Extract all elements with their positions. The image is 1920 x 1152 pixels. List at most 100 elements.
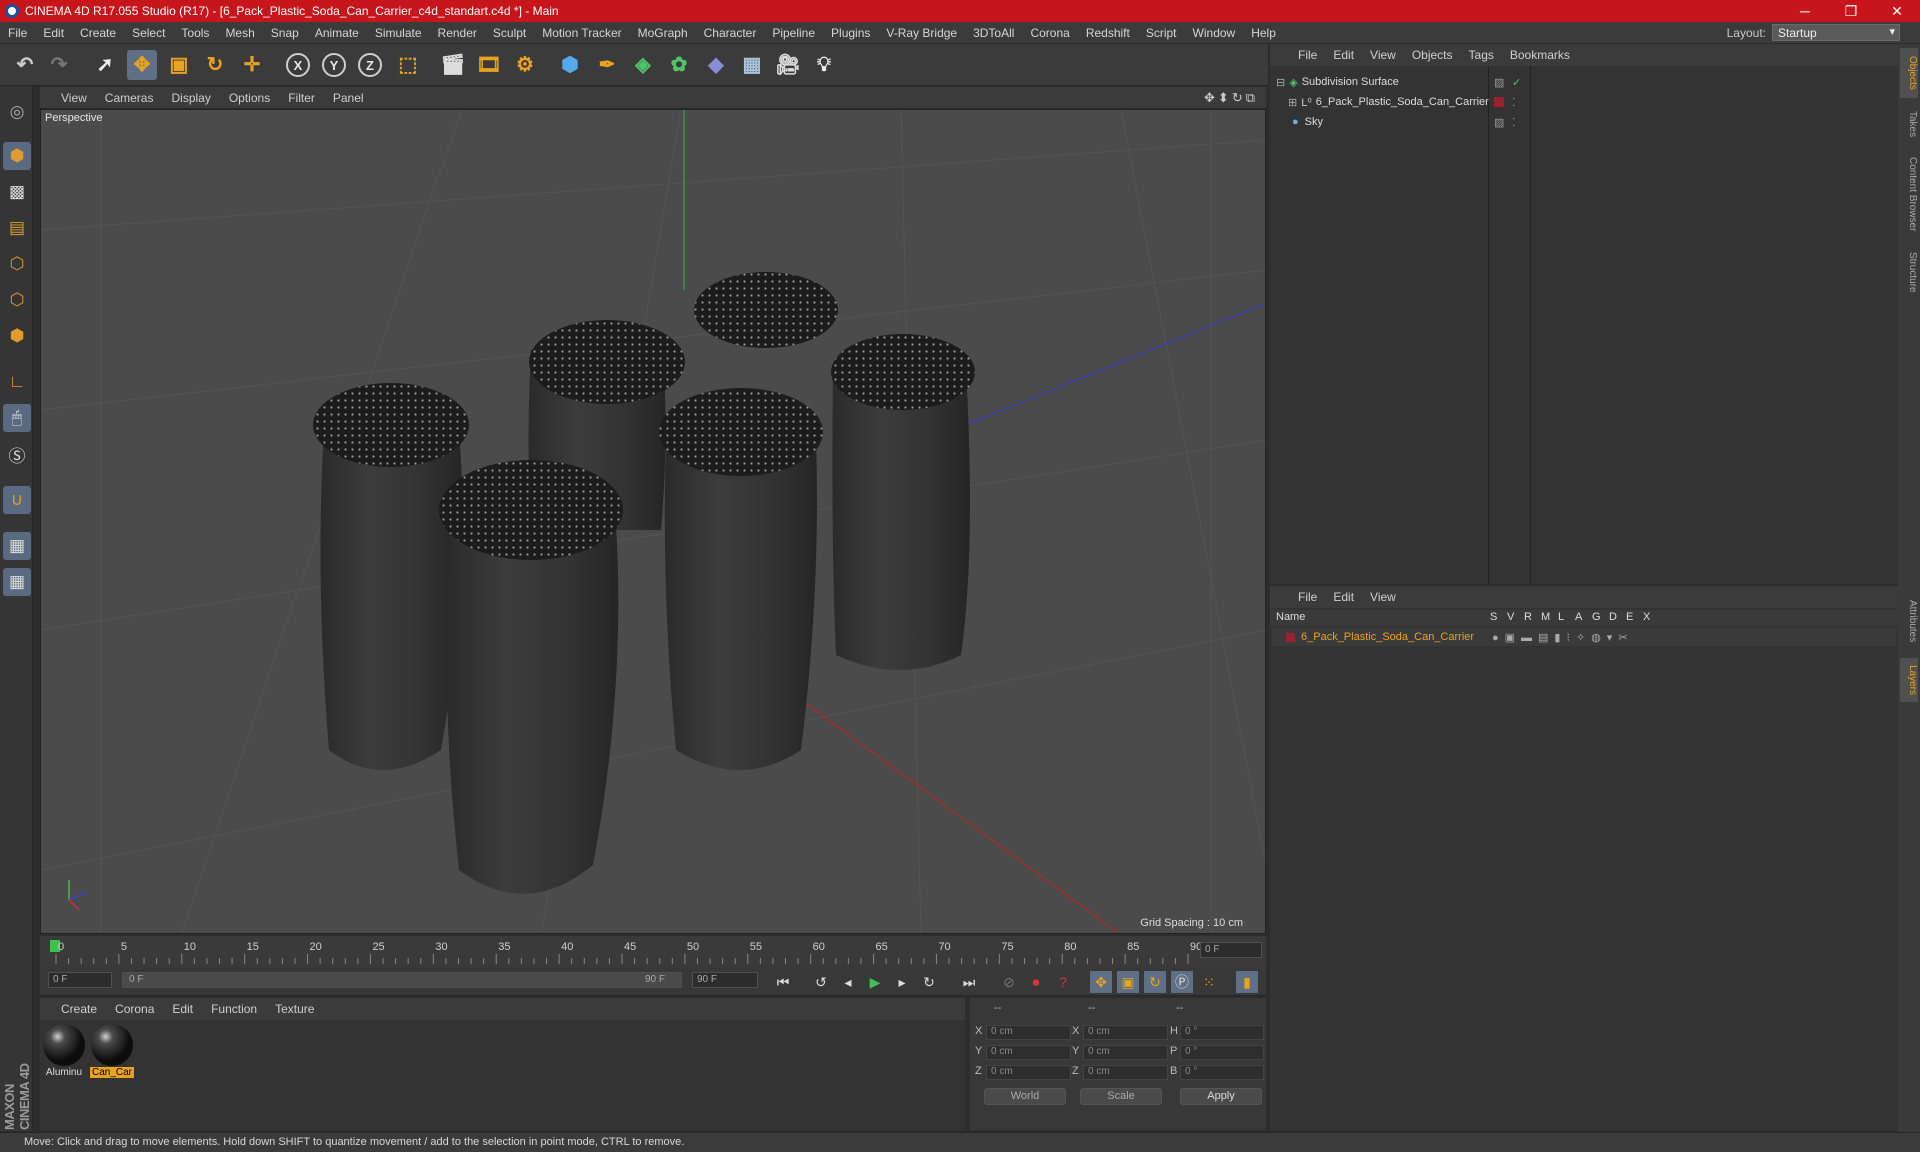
coordinate-system-button[interactable]: ⬚ [393, 50, 423, 80]
redo-button[interactable]: ↷ [44, 50, 74, 80]
mograph-cloner-button[interactable]: ✿ [664, 50, 694, 80]
y-axis-button[interactable]: Y [319, 50, 349, 80]
size-y-field[interactable]: 0 cm [1083, 1045, 1168, 1060]
material-menu-corona[interactable]: Corona [106, 1002, 163, 1016]
expand-toggle-icon[interactable]: ⊟ [1276, 76, 1285, 89]
key-rotation-button[interactable]: ↻ [1144, 971, 1166, 993]
texture-mode-button[interactable]: ▩ [3, 178, 31, 206]
deformer-button[interactable]: ◆ [701, 50, 731, 80]
size-z-field[interactable]: 0 cm [1083, 1065, 1168, 1080]
objects-menu-view[interactable]: View [1362, 48, 1404, 62]
undo-button[interactable]: ↶ [10, 50, 40, 80]
viewport-menu-display[interactable]: Display [162, 91, 219, 105]
tab-structure[interactable]: Structure [1900, 244, 1918, 300]
live-selection-button[interactable]: ✛ [237, 50, 267, 80]
layer-col-view[interactable]: V [1507, 611, 1514, 623]
perspective-viewport[interactable]: Perspective Grid Spacing : 10 cm [40, 109, 1266, 934]
key-position-button[interactable]: ✥ [1090, 971, 1112, 993]
go-to-start-button[interactable]: ⏮ [772, 971, 794, 993]
camera-button[interactable]: 🎥︎ [773, 50, 803, 80]
layers-menu-file[interactable]: File [1290, 590, 1325, 604]
viewport-menu-options[interactable]: Options [220, 91, 279, 105]
key-parameter-button[interactable]: Ⓟ [1171, 971, 1193, 993]
tab-content-browser[interactable]: Content Browser [1900, 148, 1918, 240]
cube-primitive-button[interactable]: ⬢ [555, 50, 585, 80]
material-swatch-can-carrier[interactable]: Can_Car [90, 1024, 134, 1080]
menu-edit[interactable]: Edit [35, 26, 72, 40]
material-menu-function[interactable]: Function [202, 1002, 266, 1016]
layers-menu-view[interactable]: View [1362, 590, 1404, 604]
material-swatch-aluminium[interactable]: Aluminu [42, 1024, 86, 1080]
start-frame-field[interactable]: 0 F [48, 972, 112, 988]
menu-sculpt[interactable]: Sculpt [485, 26, 534, 40]
viewport-menu-filter[interactable]: Filter [279, 91, 324, 105]
workplane-mode-button[interactable]: ▤ [3, 214, 31, 242]
play-button[interactable]: ▶ [864, 971, 886, 993]
menu-simulate[interactable]: Simulate [367, 26, 430, 40]
size-x-field[interactable]: 0 cm [1083, 1025, 1168, 1040]
layers-menu-edit[interactable]: Edit [1325, 590, 1362, 604]
menu-redshift[interactable]: Redshift [1078, 26, 1138, 40]
next-key-button[interactable]: ↻ [918, 971, 940, 993]
material-menu-edit[interactable]: Edit [163, 1002, 202, 1016]
model-mode-button[interactable]: ⬢ [3, 142, 31, 170]
layer-col-solo[interactable]: S [1490, 611, 1497, 623]
rotate-tool-button[interactable]: ↻ [200, 50, 230, 80]
layer-col-locked[interactable]: L [1558, 611, 1564, 623]
x-axis-button[interactable]: X [283, 50, 313, 80]
layer-visibility-icon[interactable]: ▨ [1494, 76, 1504, 89]
subdivision-generator-button[interactable]: ◈ [628, 50, 658, 80]
menu-plugins[interactable]: Plugins [823, 26, 878, 40]
viewport-menu-view[interactable]: View [52, 91, 96, 105]
floor-button[interactable]: ▦ [737, 50, 767, 80]
light-button[interactable]: 💡︎ [809, 50, 839, 80]
frame-range-slider[interactable]: 0 F 90 F [122, 972, 682, 988]
visibility-dots-icon[interactable]: ⁚ [1512, 96, 1516, 109]
menu-pipeline[interactable]: Pipeline [764, 26, 823, 40]
make-editable-button[interactable]: ◎ [3, 98, 31, 126]
layout-dropdown[interactable]: Startup [1772, 24, 1900, 41]
render-settings-button[interactable]: ⚙︎ [510, 50, 540, 80]
enabled-check-icon[interactable]: ✓ [1512, 76, 1521, 89]
timeline-window-button[interactable]: ▮ [1236, 971, 1258, 993]
locked-workplane-button[interactable]: ▦ [3, 532, 31, 560]
select-tool-button[interactable]: ➚ [90, 50, 120, 80]
end-frame-field[interactable]: 90 F [692, 972, 758, 988]
menu-animate[interactable]: Animate [307, 26, 367, 40]
layer-col-animation[interactable]: A [1575, 611, 1582, 623]
layer-col-render[interactable]: R [1524, 611, 1532, 623]
menu-script[interactable]: Script [1138, 26, 1185, 40]
menu-snap[interactable]: Snap [263, 26, 307, 40]
menu-select[interactable]: Select [124, 26, 173, 40]
snapping-button[interactable]: ∪ [3, 486, 31, 514]
edges-mode-button[interactable]: ⬡ [3, 286, 31, 314]
tab-attributes[interactable]: Attributes [1900, 588, 1918, 654]
objects-menu-objects[interactable]: Objects [1404, 48, 1461, 62]
rot-b-field[interactable]: 0 ° [1180, 1065, 1264, 1080]
rot-p-field[interactable]: 0 ° [1180, 1045, 1264, 1060]
timeline-ruler[interactable]: 0 5 10 15 20 25 30 35 40 45 50 55 60 65 70 75 80 85 90 0 F [40, 936, 1266, 966]
layer-col-manager[interactable]: M [1541, 611, 1550, 623]
layer-toggle-icons[interactable]: ●▣▬▤▮⁝✧◍▾✂ [1492, 631, 1634, 644]
menu-file[interactable]: File [0, 26, 35, 40]
menu-render[interactable]: Render [430, 26, 485, 40]
objects-menu-tags[interactable]: Tags [1461, 48, 1502, 62]
tab-objects[interactable]: Objects [1900, 48, 1918, 98]
objects-menu-edit[interactable]: Edit [1325, 48, 1362, 62]
menu-create[interactable]: Create [72, 26, 124, 40]
menu-window[interactable]: Window [1185, 26, 1244, 40]
current-frame-field[interactable]: 0 F [1200, 942, 1262, 958]
scale-tool-button[interactable]: ▣ [164, 50, 194, 80]
tab-layers[interactable]: Layers [1900, 658, 1918, 702]
pos-z-field[interactable]: 0 cm [986, 1065, 1071, 1080]
menu-vray-bridge[interactable]: V-Ray Bridge [878, 26, 965, 40]
layer-visibility-icon[interactable]: ▨ [1494, 116, 1504, 129]
rot-h-field[interactable]: 0 ° [1180, 1025, 1264, 1040]
render-picture-viewer-button[interactable]: 🎞︎ [474, 50, 504, 80]
record-keys-button[interactable]: ⊘ [998, 971, 1020, 993]
viewport-navigation-icons[interactable]: ✥⬍↻⧉ [1204, 90, 1258, 106]
layer-col-expressions[interactable]: E [1626, 611, 1633, 623]
objects-menu-file[interactable]: File [1290, 48, 1325, 62]
minimize-icon[interactable]: ─ [1782, 3, 1828, 19]
material-menu-texture[interactable]: Texture [266, 1002, 323, 1016]
